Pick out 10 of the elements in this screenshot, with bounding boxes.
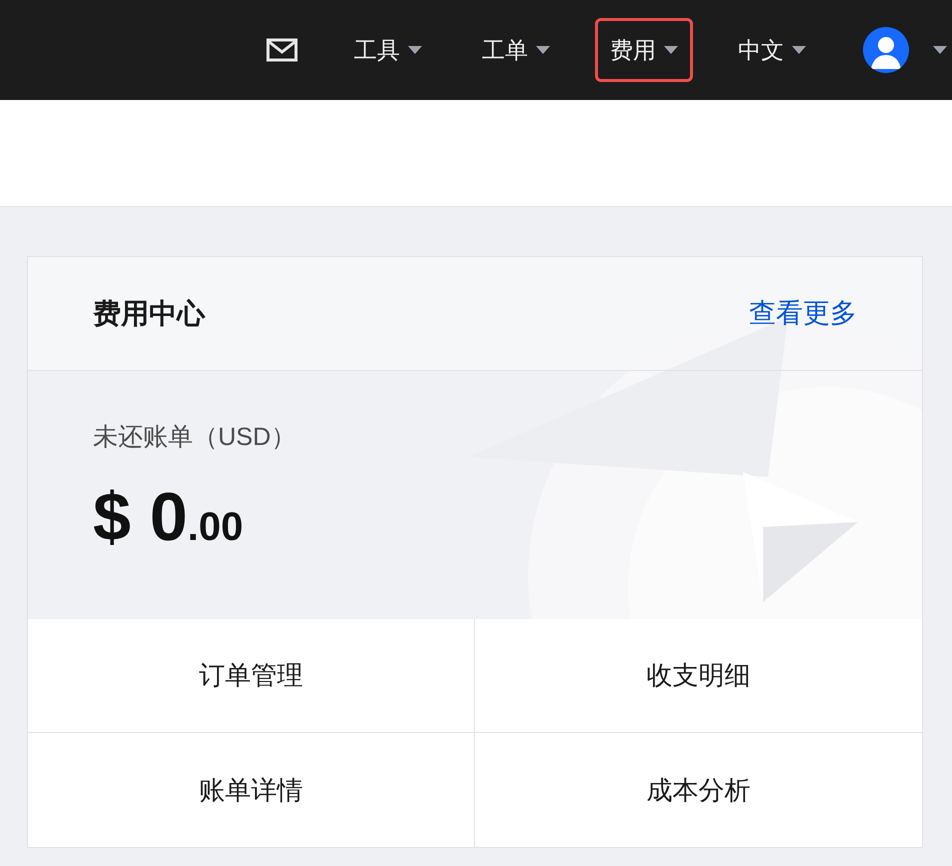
amount-value: $ 0 <box>93 482 188 550</box>
shortcut-link[interactable]: 订单管理 <box>28 619 475 733</box>
balance-label: 未还账单（USD） <box>93 422 297 453</box>
menu-item[interactable]: 工具 <box>339 18 437 82</box>
amount-decimals: .00 <box>188 506 244 546</box>
menu-item[interactable]: 工单 <box>467 18 565 82</box>
menu-item[interactable]: 费用 <box>595 18 693 82</box>
card-title: 费用中心 <box>93 296 205 330</box>
menu-item[interactable]: 中文 <box>723 18 821 82</box>
view-more-link[interactable]: 查看更多 <box>749 293 857 334</box>
